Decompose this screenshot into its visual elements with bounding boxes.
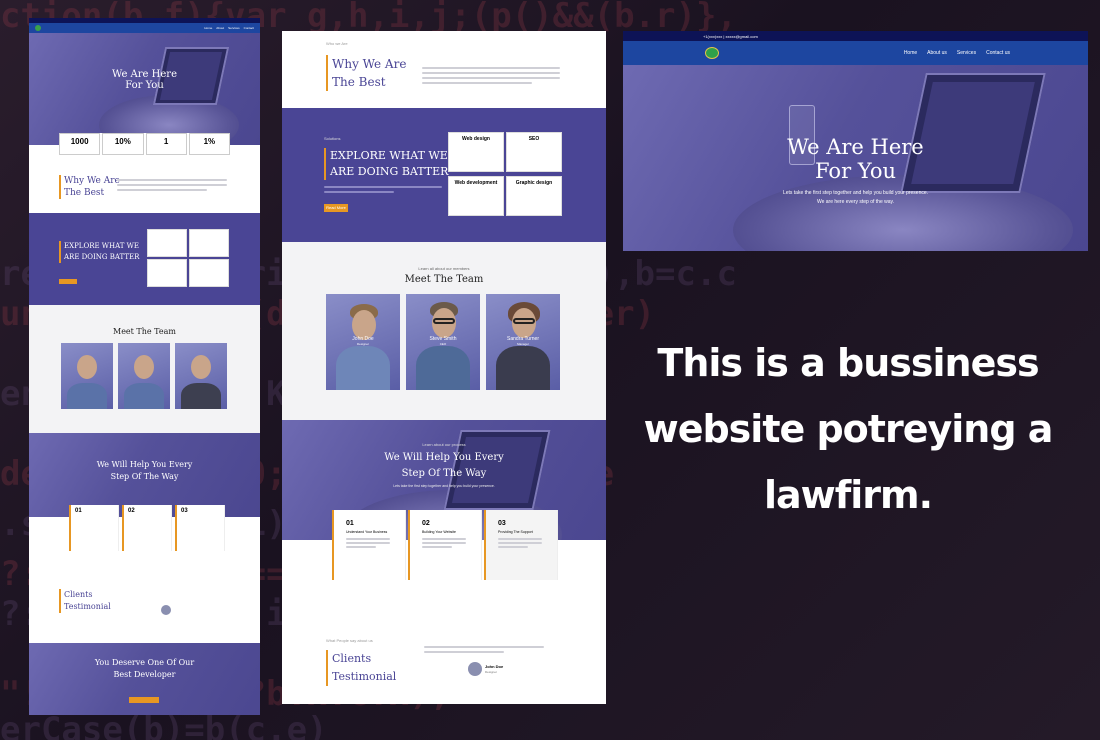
- nav-home[interactable]: Home: [904, 50, 917, 56]
- help-title: We Will Help You Every Step Of The Way: [384, 452, 504, 479]
- service-card: Web development: [448, 176, 504, 216]
- logo-icon: [705, 47, 719, 59]
- service-card: Graphic design: [506, 176, 562, 216]
- full-page-screenshot: Home About Services Contact We Are Here For …: [29, 18, 260, 715]
- service-card: SEO: [506, 132, 562, 172]
- why-title: Why We Are The Best: [326, 55, 406, 91]
- team-title: Meet The Team: [404, 274, 484, 285]
- service-card: Web design: [448, 132, 504, 172]
- team-photo: Steve Smith CEO: [406, 294, 480, 390]
- explore-title: EXPLORE WHAT WE ARE DOING BATTER: [324, 148, 448, 180]
- read-more-button[interactable]: Read More: [324, 204, 348, 212]
- process-step: 02 Building Your Website: [408, 510, 482, 580]
- process-step: 01 Understand Your Business: [332, 510, 406, 580]
- process-step: 03 Providing The Support: [484, 510, 558, 580]
- nav-contact[interactable]: Contact us: [986, 50, 1010, 56]
- caption: This is a bussiness website potreying a …: [643, 341, 1054, 517]
- hero-screenshot: +1(xxx)xxx | xxxxx@gmail.com Home About …: [623, 31, 1088, 251]
- nav-about[interactable]: About us: [927, 50, 947, 56]
- team-photo: Sandra Turner Manager: [486, 294, 560, 390]
- zoomed-sections-screenshot: Who we Are Why We Are The Best Solutions …: [282, 31, 606, 704]
- avatar: [468, 662, 482, 676]
- nav-services[interactable]: Services: [957, 50, 976, 56]
- testimonial-title: Clients Testimonial: [326, 650, 396, 686]
- team-photo: John Doe Designer: [326, 294, 400, 390]
- hero-title: We Are Here For You: [787, 135, 924, 183]
